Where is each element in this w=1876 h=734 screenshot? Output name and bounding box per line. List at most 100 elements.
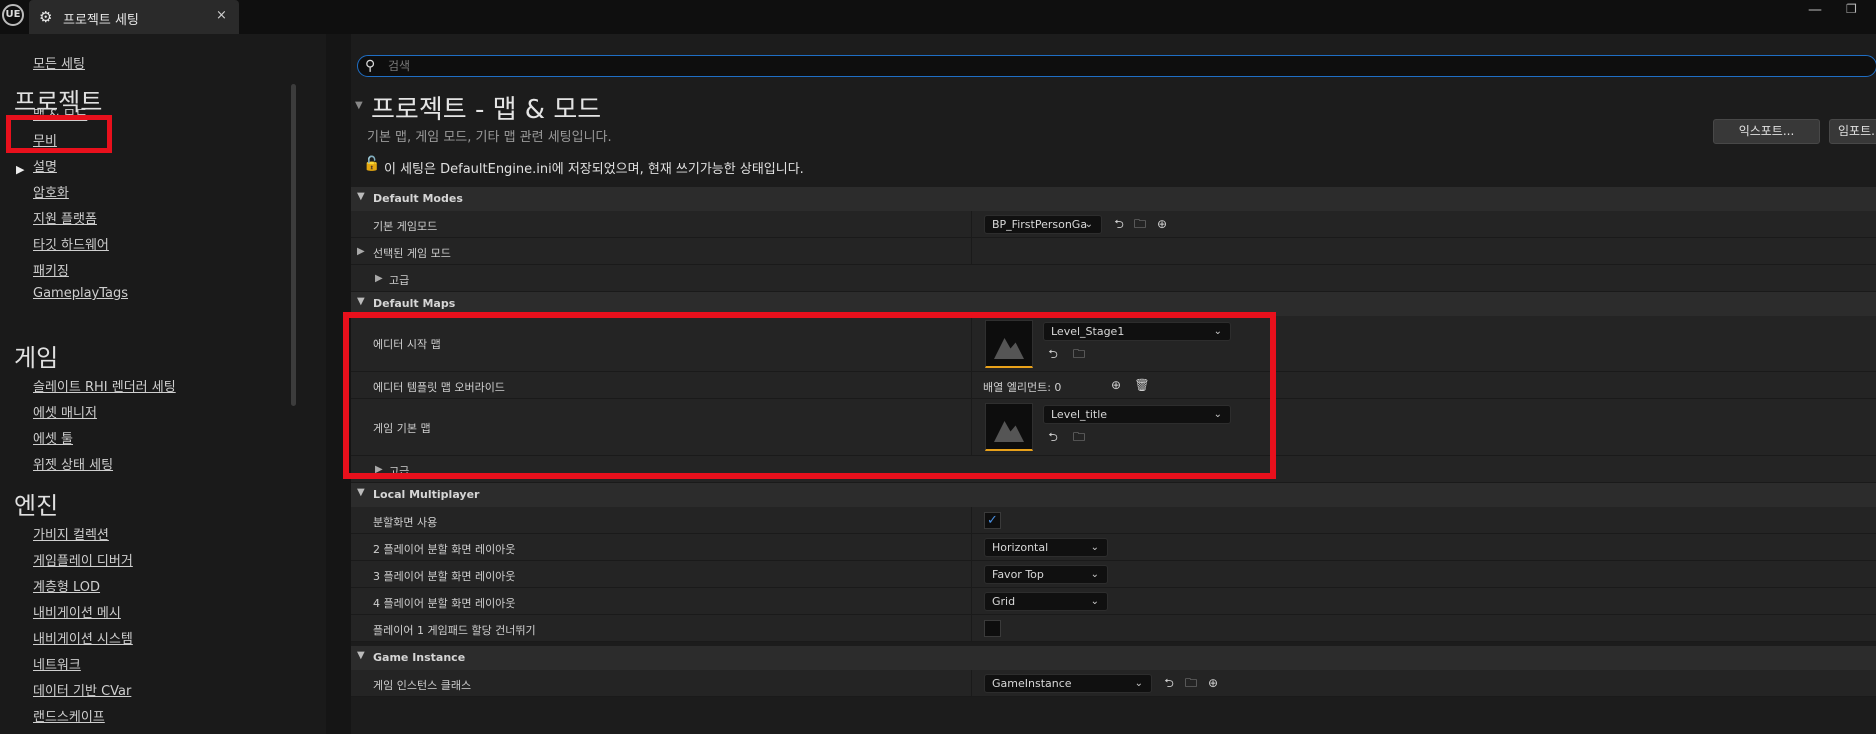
- row-label: 게임 인스턴스 클래스: [373, 679, 472, 692]
- default-gamemode-dropdown[interactable]: BP_FirstPersonGa ⌄: [984, 215, 1102, 234]
- sidebar-item-network[interactable]: 네트워크: [33, 654, 81, 673]
- category-game-instance[interactable]: ▼ Game Instance: [351, 646, 1876, 670]
- add-new-icon[interactable]: ⊕: [1205, 675, 1221, 691]
- skip-gamepad-checkbox[interactable]: [984, 620, 1001, 637]
- browse-asset-icon[interactable]: 🗀: [1132, 216, 1148, 232]
- row-three-player-layout: 3 플레이어 분할 화면 레이아웃 Favor Top ⌄: [351, 561, 1876, 588]
- sidebar-item-widget-state[interactable]: 위젯 상태 세팅: [33, 454, 113, 473]
- column-divider: [971, 534, 972, 560]
- row-default-gamemode: 기본 게임모드 BP_FirstPersonGa ⌄ ⮌ 🗀 ⊕: [351, 211, 1876, 238]
- category-title: Game Instance: [373, 651, 466, 664]
- dropdown-value: BP_FirstPersonGa: [992, 218, 1088, 231]
- row-advanced-modes[interactable]: ▶ 고급: [351, 265, 1876, 292]
- column-divider: [971, 588, 972, 614]
- sidebar-item-encryption[interactable]: 암호화: [33, 182, 69, 201]
- row-label: 4 플레이어 분할 화면 레이아웃: [373, 597, 516, 610]
- sidebar-item-navigation-mesh[interactable]: 내비게이션 메시: [33, 602, 121, 621]
- project-settings-tab[interactable]: ⚙ 프로젝트 세팅 ×: [29, 0, 239, 34]
- checkmark-icon: ✓: [987, 513, 998, 528]
- sidebar-item-all-settings[interactable]: 모든 세팅: [33, 53, 85, 72]
- game-instance-class-dropdown[interactable]: GameInstance ⌄: [984, 674, 1152, 693]
- column-divider: [971, 211, 972, 237]
- sidebar-item-garbage-collection[interactable]: 가비지 컬렉션: [33, 524, 109, 543]
- sidebar-item-hlod[interactable]: 계층형 LOD: [33, 576, 100, 595]
- default-maps-highlight: [343, 312, 1276, 479]
- row-selected-gamemode[interactable]: ▶ 선택된 게임 모드: [351, 238, 1876, 265]
- sidebar-item-target-hardware[interactable]: 타깃 하드웨어: [33, 234, 109, 253]
- search-box[interactable]: ⚲: [357, 55, 1876, 77]
- restore-window-icon[interactable]: ❐: [1846, 2, 1857, 16]
- title-bar: UE ⚙ 프로젝트 세팅 × — ❐: [0, 0, 1876, 34]
- sidebar-item-asset-manager[interactable]: 에셋 매니저: [33, 402, 97, 421]
- search-icon: ⚲: [365, 58, 376, 74]
- sidebar-item-gameplay-debugger[interactable]: 게임플레이 디버거: [33, 550, 133, 569]
- close-tab-icon[interactable]: ×: [216, 8, 227, 23]
- column-divider: [971, 670, 972, 696]
- chevron-down-icon: ⌄: [1134, 678, 1143, 689]
- import-button[interactable]: 임포트...: [1829, 119, 1876, 144]
- column-divider: [971, 615, 972, 641]
- row-label: 선택된 게임 모드: [373, 247, 451, 260]
- minimize-window-icon[interactable]: —: [1808, 2, 1822, 18]
- four-player-layout-dropdown[interactable]: Grid ⌄: [984, 592, 1108, 611]
- dropdown-value: Grid: [992, 595, 1016, 608]
- row-label: 2 플레이어 분할 화면 레이아웃: [373, 543, 516, 556]
- collapse-icon: ▼: [357, 650, 365, 661]
- export-button[interactable]: 익스포트...: [1713, 119, 1820, 144]
- page-description: 기본 맵, 게임 모드, 기타 맵 관련 세팅입니다.: [367, 130, 612, 145]
- row-four-player-layout: 4 플레이어 분할 화면 레이아웃 Grid ⌄: [351, 588, 1876, 615]
- collapse-icon: ▼: [357, 296, 365, 307]
- category-title: Local Multiplayer: [373, 488, 480, 501]
- dropdown-value: Horizontal: [992, 541, 1049, 554]
- category-local-multiplayer[interactable]: ▼ Local Multiplayer: [351, 483, 1876, 507]
- chevron-down-icon: ⌄: [1090, 569, 1099, 580]
- collapse-icon: ▼: [357, 487, 365, 498]
- sidebar-item-slate-rhi[interactable]: 슬레이트 RHI 렌더러 세팅: [33, 376, 176, 395]
- unreal-logo-icon[interactable]: UE: [2, 4, 24, 26]
- sidebar-item-supported-platforms[interactable]: 지원 플랫폼: [33, 208, 97, 227]
- row-label: 고급: [389, 274, 410, 287]
- use-selected-asset-icon[interactable]: ⮌: [1161, 675, 1177, 691]
- use-selected-asset-icon[interactable]: ⮌: [1111, 216, 1127, 232]
- row-two-player-layout: 2 플레이어 분할 화면 레이아웃 Horizontal ⌄: [351, 534, 1876, 561]
- sidebar-item-packaging[interactable]: 패키징: [33, 260, 69, 279]
- sidebar-scrollbar[interactable]: [291, 84, 296, 406]
- two-player-layout-dropdown[interactable]: Horizontal ⌄: [984, 538, 1108, 557]
- use-splitscreen-checkbox[interactable]: ✓: [984, 512, 1001, 529]
- row-label: 3 플레이어 분할 화면 레이아웃: [373, 570, 516, 583]
- row-label: 플레이어 1 게임패드 할당 건너뛰기: [373, 624, 536, 637]
- expand-arrow-icon[interactable]: ▶: [375, 273, 383, 284]
- row-label: 기본 게임모드: [373, 220, 438, 233]
- row-game-instance-class: 게임 인스턴스 클래스 GameInstance ⌄ ⮌ 🗀 ⊕: [351, 670, 1876, 697]
- unlock-icon: 🔓: [363, 156, 381, 172]
- sidebar-item-data-driven-cvar[interactable]: 데이터 기반 CVar: [33, 680, 131, 699]
- sidebar-category-game: 게임: [14, 344, 59, 372]
- add-new-icon[interactable]: ⊕: [1154, 216, 1170, 232]
- selected-arrow-icon: ▶: [16, 163, 25, 176]
- dropdown-value: GameInstance: [992, 677, 1072, 690]
- row-label: 분할화면 사용: [373, 516, 438, 529]
- sidebar-selection-highlight: [6, 115, 112, 153]
- sidebar-item-navigation-system[interactable]: 내비게이션 시스템: [33, 628, 133, 647]
- tab-title: 프로젝트 세팅: [63, 13, 139, 28]
- sidebar-item-asset-tools[interactable]: 에셋 툴: [33, 428, 73, 447]
- dropdown-value: Favor Top: [992, 568, 1044, 581]
- chevron-down-icon: ⌄: [1090, 542, 1099, 553]
- config-notice: 이 세팅은 DefaultEngine.ini에 저장되었으며, 현재 쓰기가능…: [384, 162, 804, 177]
- collapse-section-icon[interactable]: ▼: [355, 100, 363, 111]
- gear-settings-icon: ⚙: [39, 8, 53, 26]
- expand-arrow-icon[interactable]: ▶: [357, 246, 365, 257]
- sidebar-item-landscape[interactable]: 랜드스케이프: [33, 706, 105, 725]
- three-player-layout-dropdown[interactable]: Favor Top ⌄: [984, 565, 1108, 584]
- row-use-splitscreen: 분할화면 사용 ✓: [351, 507, 1876, 534]
- collapse-icon: ▼: [357, 191, 365, 202]
- sidebar-item-gameplay-tags[interactable]: GameplayTags: [33, 286, 128, 301]
- chevron-down-icon: ⌄: [1084, 219, 1093, 230]
- row-skip-gamepad: 플레이어 1 게임패드 할당 건너뛰기: [351, 615, 1876, 642]
- browse-asset-icon[interactable]: 🗀: [1183, 675, 1199, 691]
- search-input[interactable]: [386, 57, 1866, 75]
- category-title: Default Modes: [373, 192, 463, 205]
- chevron-down-icon: ⌄: [1090, 596, 1099, 607]
- category-default-modes[interactable]: ▼ Default Modes: [351, 187, 1876, 211]
- sidebar-item-description[interactable]: 설명: [33, 156, 57, 175]
